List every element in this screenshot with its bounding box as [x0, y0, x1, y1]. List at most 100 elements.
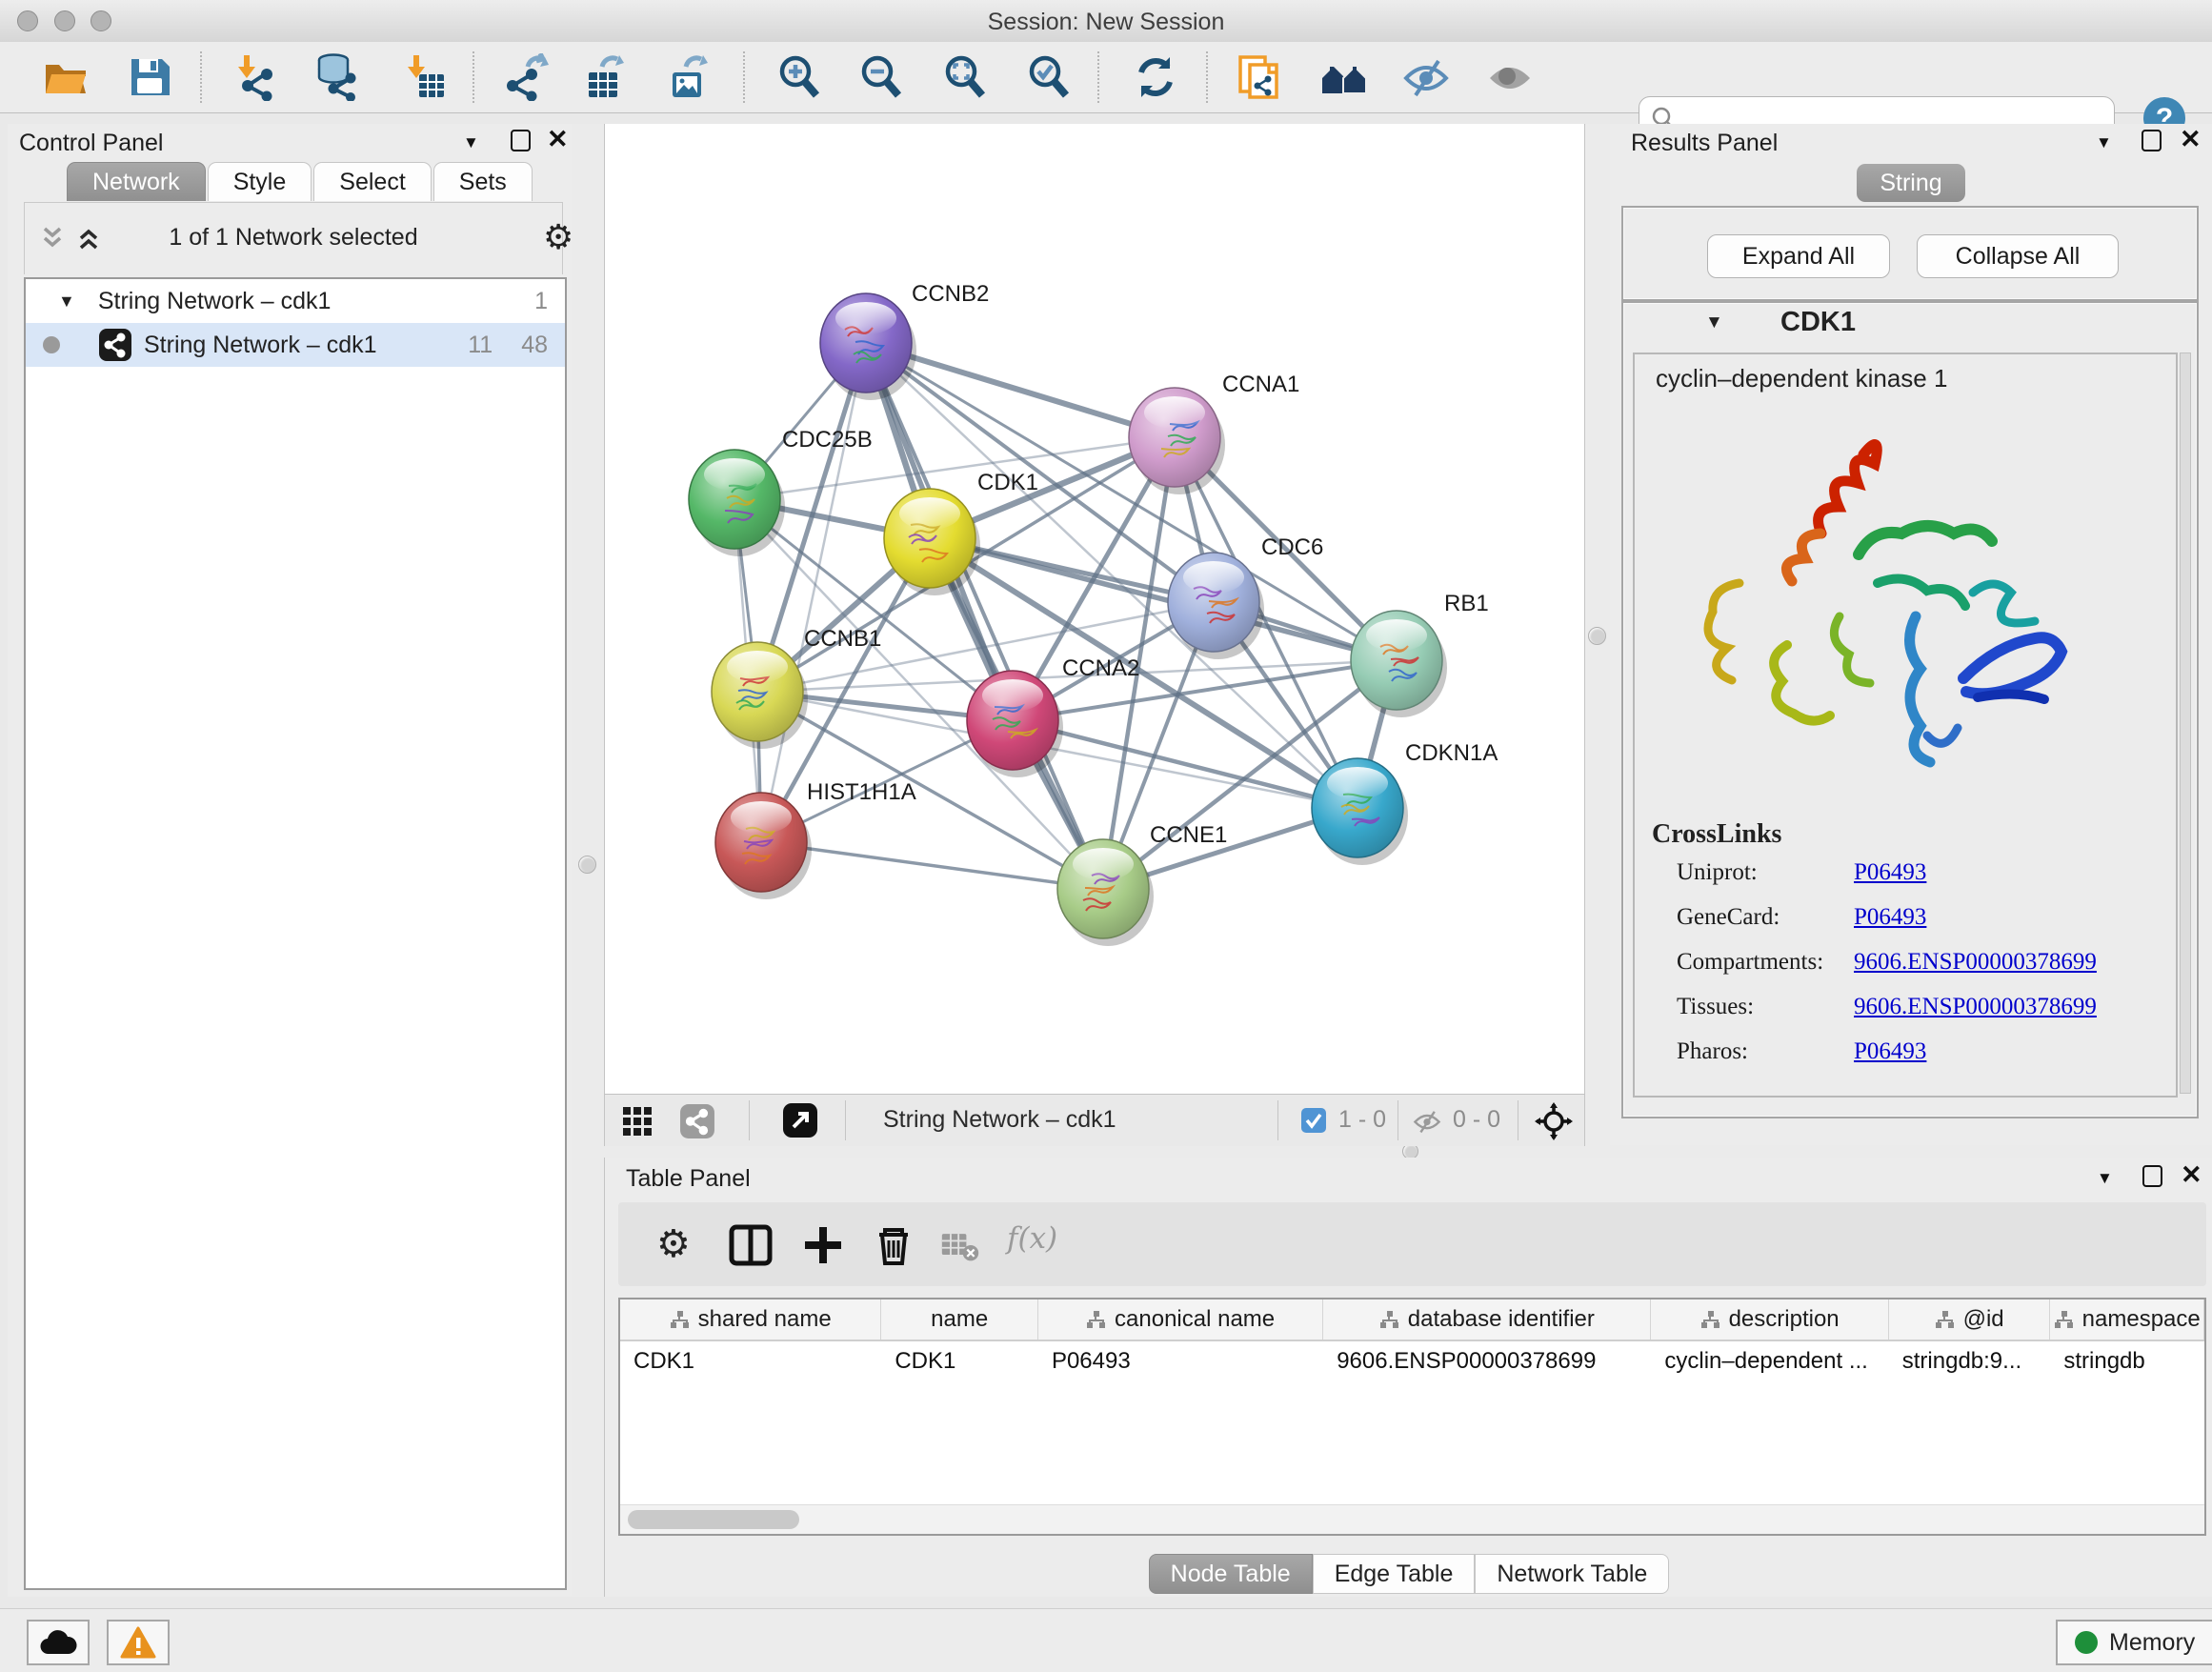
export-network-icon[interactable] — [503, 53, 551, 101]
table-cell[interactable]: stringdb:9... — [1889, 1341, 2051, 1381]
network-node-count: 11 — [468, 332, 493, 359]
tab-network[interactable]: Network — [67, 162, 206, 201]
table-panel-close-icon[interactable]: ✕ — [2181, 1165, 2202, 1184]
control-panel-tabs: NetworkStyleSelectSets — [67, 162, 534, 201]
import-table-icon[interactable] — [400, 53, 448, 101]
table-header-row: shared namenamecanonical namedatabase id… — [620, 1299, 2204, 1341]
tab-network-table[interactable]: Network Table — [1475, 1554, 1669, 1594]
column-header-name[interactable]: name — [881, 1299, 1038, 1340]
zoom-out-icon[interactable] — [857, 53, 905, 101]
table-cell[interactable]: CDK1 — [620, 1341, 881, 1381]
left-splitter[interactable] — [572, 124, 604, 1597]
network-canvas[interactable]: CCNB2CCNA1CDC25BCDK1CDC6RB1CCNB1CCNA2CDK… — [604, 124, 1585, 1094]
collapse-all-button[interactable]: Collapse All — [1917, 234, 2119, 278]
table-horizontal-scrollbar[interactable] — [620, 1504, 2204, 1534]
gene-collapse-triangle-icon[interactable]: ▼ — [1705, 312, 1723, 333]
crosslink-link[interactable]: 9606.ENSP00000378699 — [1854, 949, 2097, 976]
right-splitter-grip[interactable] — [1588, 627, 1606, 645]
cloud-button[interactable] — [27, 1620, 90, 1665]
copy-share-document-icon[interactable] — [1237, 53, 1284, 101]
warning-button[interactable] — [107, 1620, 170, 1665]
memory-button[interactable]: Memory — [2056, 1620, 2212, 1665]
network-edge[interactable] — [930, 538, 1397, 660]
left-splitter-grip[interactable] — [578, 856, 596, 874]
control-panel-menu-icon[interactable]: ▼ — [463, 133, 479, 152]
table-cell[interactable]: 9606.ENSP00000378699 — [1323, 1341, 1651, 1381]
table-row[interactable]: CDK1CDK1P064939606.ENSP00000378699cyclin… — [620, 1341, 2204, 1381]
delete-column-icon[interactable] — [872, 1223, 915, 1267]
results-panel-menu-icon[interactable]: ▼ — [2096, 133, 2112, 152]
expand-all-button[interactable]: Expand All — [1707, 234, 1890, 278]
network-node-cdk1[interactable] — [884, 489, 980, 595]
network-node-ccne1[interactable] — [1057, 839, 1154, 946]
selected-count: 1 - 0 — [1338, 1106, 1386, 1134]
right-splitter[interactable] — [1583, 124, 1610, 1145]
open-in-window-icon[interactable] — [782, 1102, 818, 1138]
tab-sets[interactable]: Sets — [433, 162, 533, 201]
string-style-icon[interactable] — [679, 1103, 715, 1139]
selected-checkbox-icon[interactable] — [1300, 1107, 1327, 1134]
column-header-namespace[interactable]: namespace — [2050, 1299, 2204, 1340]
table-cell[interactable]: cyclin–dependent ... — [1651, 1341, 1888, 1381]
network-options-gear-icon[interactable]: ⚙ — [543, 220, 573, 254]
homes-icon[interactable] — [1320, 53, 1368, 101]
tab-node-table[interactable]: Node Table — [1149, 1554, 1313, 1594]
column-header-shared-name[interactable]: shared name — [620, 1299, 881, 1340]
table-cell[interactable]: CDK1 — [881, 1341, 1038, 1381]
birdseye-grid-icon[interactable] — [622, 1106, 653, 1137]
show-columns-icon[interactable] — [729, 1223, 773, 1267]
network-edge[interactable] — [866, 343, 1103, 889]
table-panel-float-icon[interactable] — [2142, 1165, 2162, 1187]
network-tree-root-row[interactable]: ▼ String Network – cdk1 1 — [26, 279, 565, 323]
export-table-icon[interactable] — [581, 53, 629, 101]
horizontal-splitter[interactable] — [604, 1145, 2212, 1158]
refresh-icon[interactable] — [1132, 53, 1179, 101]
control-panel-float-icon[interactable] — [511, 130, 531, 151]
network-node-ccna1[interactable] — [1129, 388, 1225, 494]
import-database-icon[interactable] — [312, 53, 360, 101]
tab-edge-table[interactable]: Edge Table — [1313, 1554, 1476, 1594]
column-header-database-identifier[interactable]: database identifier — [1323, 1299, 1651, 1340]
zoom-in-icon[interactable] — [775, 53, 823, 101]
node-gloss — [1366, 619, 1427, 652]
table-settings-gear-icon[interactable]: ⚙ — [656, 1223, 700, 1267]
crosslink-link[interactable]: P06493 — [1854, 859, 1926, 886]
export-image-icon[interactable] — [665, 53, 713, 101]
column-header-description[interactable]: description — [1651, 1299, 1888, 1340]
crosslink-link[interactable]: P06493 — [1854, 904, 1926, 931]
show-hide-blue-eye-icon[interactable] — [1402, 53, 1450, 101]
tab-select[interactable]: Select — [313, 162, 431, 201]
network-node-hist1h1a[interactable] — [715, 793, 812, 899]
string-network-icon — [98, 328, 132, 362]
main-toolbar: ? — [0, 42, 2212, 113]
zoom-fit-icon[interactable] — [941, 53, 989, 101]
table-panel-menu-icon[interactable]: ▼ — [2097, 1169, 2113, 1188]
import-network-icon[interactable] — [231, 53, 278, 101]
network-node-cdkn1a[interactable] — [1312, 758, 1408, 865]
node-gloss — [704, 458, 765, 491]
pan-crosshair-icon[interactable] — [1535, 1102, 1573, 1140]
network-node-cdc25b[interactable] — [689, 450, 785, 556]
table-cell[interactable]: stringdb — [2050, 1341, 2204, 1381]
results-panel-float-icon[interactable] — [2142, 130, 2162, 151]
network-tree-child-row[interactable]: String Network – cdk1 11 48 — [26, 323, 565, 367]
column-header--id[interactable]: @id — [1889, 1299, 2051, 1340]
network-node-ccnb2[interactable] — [820, 293, 916, 400]
table-cell[interactable]: P06493 — [1038, 1341, 1323, 1381]
control-panel-close-icon[interactable]: ✕ — [547, 130, 569, 149]
tab-style[interactable]: Style — [208, 162, 312, 201]
network-node-rb1[interactable] — [1351, 611, 1447, 717]
tree-collapse-triangle-icon[interactable]: ▼ — [58, 292, 75, 312]
zoom-selected-icon[interactable] — [1025, 53, 1073, 101]
results-vertical-scrollbar[interactable] — [2180, 353, 2191, 1094]
crosslink-link[interactable]: 9606.ENSP00000378699 — [1854, 994, 2097, 1020]
add-column-icon[interactable] — [801, 1223, 845, 1267]
open-folder-icon[interactable] — [42, 53, 90, 101]
network-edge[interactable] — [761, 842, 1103, 889]
crosslink-link[interactable]: P06493 — [1854, 1038, 1926, 1065]
results-tab-string[interactable]: String — [1610, 164, 2212, 202]
column-header-canonical-name[interactable]: canonical name — [1038, 1299, 1323, 1340]
save-icon[interactable] — [126, 53, 173, 101]
results-panel-close-icon[interactable]: ✕ — [2180, 130, 2202, 149]
table-scrollbar-thumb[interactable] — [628, 1510, 799, 1529]
